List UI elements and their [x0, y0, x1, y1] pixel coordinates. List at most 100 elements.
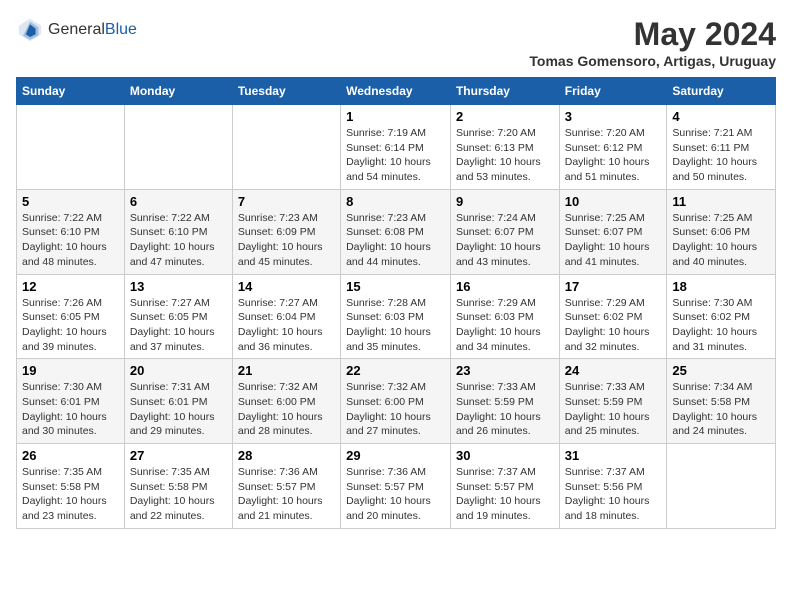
- day-info: Sunrise: 7:32 AMSunset: 6:00 PMDaylight:…: [346, 380, 445, 439]
- day-info: Sunrise: 7:24 AMSunset: 6:07 PMDaylight:…: [456, 211, 554, 270]
- day-number: 25: [672, 363, 770, 378]
- day-info: Sunrise: 7:20 AMSunset: 6:12 PMDaylight:…: [565, 126, 662, 185]
- weekday-header-monday: Monday: [124, 78, 232, 105]
- day-number: 26: [22, 448, 119, 463]
- calendar-cell: 25 Sunrise: 7:34 AMSunset: 5:58 PMDayligh…: [667, 359, 776, 444]
- day-info: Sunrise: 7:22 AMSunset: 6:10 PMDaylight:…: [130, 211, 227, 270]
- day-info: Sunrise: 7:33 AMSunset: 5:59 PMDaylight:…: [565, 380, 662, 439]
- day-info: Sunrise: 7:28 AMSunset: 6:03 PMDaylight:…: [346, 296, 445, 355]
- location-text: Tomas Gomensoro, Artigas, Uruguay: [529, 53, 776, 69]
- logo: GeneralBlue: [16, 16, 137, 44]
- day-number: 16: [456, 279, 554, 294]
- day-number: 1: [346, 109, 445, 124]
- day-number: 23: [456, 363, 554, 378]
- day-info: Sunrise: 7:23 AMSunset: 6:08 PMDaylight:…: [346, 211, 445, 270]
- day-number: 12: [22, 279, 119, 294]
- day-info: Sunrise: 7:35 AMSunset: 5:58 PMDaylight:…: [130, 465, 227, 524]
- calendar-cell: 16 Sunrise: 7:29 AMSunset: 6:03 PMDayligh…: [450, 274, 559, 359]
- day-info: Sunrise: 7:30 AMSunset: 6:01 PMDaylight:…: [22, 380, 119, 439]
- calendar-cell: 26Sunrise: 7:35 AMSunset: 5:58 PMDayligh…: [17, 444, 125, 529]
- calendar-cell: 4 Sunrise: 7:21 AMSunset: 6:11 PMDaylight…: [667, 105, 776, 190]
- calendar-cell: 6 Sunrise: 7:22 AMSunset: 6:10 PMDaylight…: [124, 189, 232, 274]
- day-info: Sunrise: 7:27 AMSunset: 6:05 PMDaylight:…: [130, 296, 227, 355]
- weekday-header-row: SundayMondayTuesdayWednesdayThursdayFrid…: [17, 78, 776, 105]
- day-info: Sunrise: 7:23 AMSunset: 6:09 PMDaylight:…: [238, 211, 335, 270]
- logo-blue-text: Blue: [105, 21, 137, 38]
- weekday-header-sunday: Sunday: [17, 78, 125, 105]
- day-number: 20: [130, 363, 227, 378]
- day-info: Sunrise: 7:32 AMSunset: 6:00 PMDaylight:…: [238, 380, 335, 439]
- calendar-header: SundayMondayTuesdayWednesdayThursdayFrid…: [17, 78, 776, 105]
- calendar-cell: [124, 105, 232, 190]
- calendar-cell: 22 Sunrise: 7:32 AMSunset: 6:00 PMDayligh…: [341, 359, 451, 444]
- day-info: Sunrise: 7:34 AMSunset: 5:58 PMDaylight:…: [672, 380, 770, 439]
- calendar-cell: 13 Sunrise: 7:27 AMSunset: 6:05 PMDayligh…: [124, 274, 232, 359]
- day-number: 18: [672, 279, 770, 294]
- calendar-cell: 18 Sunrise: 7:30 AMSunset: 6:02 PMDayligh…: [667, 274, 776, 359]
- day-number: 31: [565, 448, 662, 463]
- calendar-cell: 19 Sunrise: 7:30 AMSunset: 6:01 PMDayligh…: [17, 359, 125, 444]
- day-info: Sunrise: 7:21 AMSunset: 6:11 PMDaylight:…: [672, 126, 770, 185]
- calendar-cell: 12Sunrise: 7:26 AMSunset: 6:05 PMDayligh…: [17, 274, 125, 359]
- weekday-header-tuesday: Tuesday: [232, 78, 340, 105]
- day-number: 6: [130, 194, 227, 209]
- calendar-week-row: 5 Sunrise: 7:22 AMSunset: 6:10 PMDaylight…: [17, 189, 776, 274]
- day-info: Sunrise: 7:22 AMSunset: 6:10 PMDaylight:…: [22, 211, 119, 270]
- day-number: 27: [130, 448, 227, 463]
- calendar-cell: [17, 105, 125, 190]
- day-info: Sunrise: 7:30 AMSunset: 6:02 PMDaylight:…: [672, 296, 770, 355]
- day-info: Sunrise: 7:29 AMSunset: 6:02 PMDaylight:…: [565, 296, 662, 355]
- weekday-header-thursday: Thursday: [450, 78, 559, 105]
- month-year-title: May 2024: [529, 16, 776, 53]
- calendar-week-row: 19 Sunrise: 7:30 AMSunset: 6:01 PMDayligh…: [17, 359, 776, 444]
- calendar-cell: 8 Sunrise: 7:23 AMSunset: 6:08 PMDaylight…: [341, 189, 451, 274]
- weekday-header-friday: Friday: [559, 78, 667, 105]
- day-number: 17: [565, 279, 662, 294]
- day-info: Sunrise: 7:25 AMSunset: 6:06 PMDaylight:…: [672, 211, 770, 270]
- day-number: 29: [346, 448, 445, 463]
- day-number: 22: [346, 363, 445, 378]
- day-info: Sunrise: 7:25 AMSunset: 6:07 PMDaylight:…: [565, 211, 662, 270]
- calendar-cell: [667, 444, 776, 529]
- calendar-cell: 30Sunrise: 7:37 AMSunset: 5:57 PMDayligh…: [450, 444, 559, 529]
- day-number: 3: [565, 109, 662, 124]
- calendar-cell: 28Sunrise: 7:36 AMSunset: 5:57 PMDayligh…: [232, 444, 340, 529]
- calendar-cell: 20 Sunrise: 7:31 AMSunset: 6:01 PMDayligh…: [124, 359, 232, 444]
- day-number: 19: [22, 363, 119, 378]
- title-block: May 2024 Tomas Gomensoro, Artigas, Urugu…: [529, 16, 776, 69]
- calendar-cell: 24Sunrise: 7:33 AMSunset: 5:59 PMDayligh…: [559, 359, 667, 444]
- calendar-cell: 11 Sunrise: 7:25 AMSunset: 6:06 PMDayligh…: [667, 189, 776, 274]
- calendar-cell: 27 Sunrise: 7:35 AMSunset: 5:58 PMDayligh…: [124, 444, 232, 529]
- day-info: Sunrise: 7:29 AMSunset: 6:03 PMDaylight:…: [456, 296, 554, 355]
- day-number: 7: [238, 194, 335, 209]
- day-number: 10: [565, 194, 662, 209]
- day-number: 15: [346, 279, 445, 294]
- day-info: Sunrise: 7:37 AMSunset: 5:56 PMDaylight:…: [565, 465, 662, 524]
- calendar-week-row: 1 Sunrise: 7:19 AMSunset: 6:14 PMDaylight…: [17, 105, 776, 190]
- day-number: 4: [672, 109, 770, 124]
- day-info: Sunrise: 7:33 AMSunset: 5:59 PMDaylight:…: [456, 380, 554, 439]
- day-info: Sunrise: 7:20 AMSunset: 6:13 PMDaylight:…: [456, 126, 554, 185]
- day-number: 9: [456, 194, 554, 209]
- calendar-cell: 1 Sunrise: 7:19 AMSunset: 6:14 PMDaylight…: [341, 105, 451, 190]
- calendar-table: SundayMondayTuesdayWednesdayThursdayFrid…: [16, 77, 776, 529]
- calendar-cell: 2Sunrise: 7:20 AMSunset: 6:13 PMDaylight…: [450, 105, 559, 190]
- day-info: Sunrise: 7:31 AMSunset: 6:01 PMDaylight:…: [130, 380, 227, 439]
- day-info: Sunrise: 7:19 AMSunset: 6:14 PMDaylight:…: [346, 126, 445, 185]
- calendar-cell: 5 Sunrise: 7:22 AMSunset: 6:10 PMDaylight…: [17, 189, 125, 274]
- calendar-cell: 31 Sunrise: 7:37 AMSunset: 5:56 PMDayligh…: [559, 444, 667, 529]
- calendar-cell: 29Sunrise: 7:36 AMSunset: 5:57 PMDayligh…: [341, 444, 451, 529]
- day-number: 11: [672, 194, 770, 209]
- day-number: 13: [130, 279, 227, 294]
- calendar-cell: 17 Sunrise: 7:29 AMSunset: 6:02 PMDayligh…: [559, 274, 667, 359]
- logo-general-text: General: [48, 21, 105, 38]
- calendar-cell: 21Sunrise: 7:32 AMSunset: 6:00 PMDayligh…: [232, 359, 340, 444]
- calendar-week-row: 12Sunrise: 7:26 AMSunset: 6:05 PMDayligh…: [17, 274, 776, 359]
- day-number: 8: [346, 194, 445, 209]
- day-info: Sunrise: 7:27 AMSunset: 6:04 PMDaylight:…: [238, 296, 335, 355]
- calendar-cell: 3 Sunrise: 7:20 AMSunset: 6:12 PMDaylight…: [559, 105, 667, 190]
- day-number: 5: [22, 194, 119, 209]
- calendar-cell: [232, 105, 340, 190]
- calendar-cell: 10 Sunrise: 7:25 AMSunset: 6:07 PMDayligh…: [559, 189, 667, 274]
- day-number: 30: [456, 448, 554, 463]
